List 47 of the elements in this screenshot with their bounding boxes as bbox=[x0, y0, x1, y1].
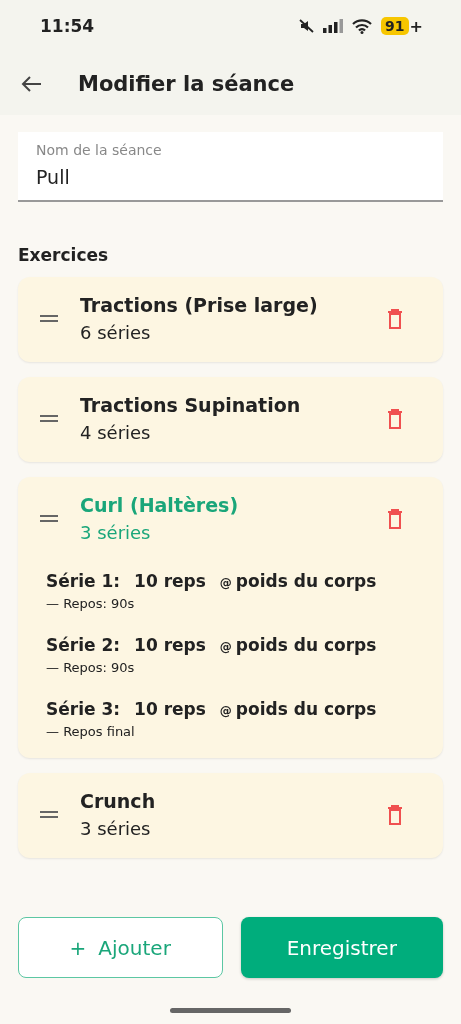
weight-text: poids du corps bbox=[235, 699, 377, 719]
trash-icon[interactable] bbox=[387, 408, 403, 429]
exercise-card[interactable]: Tractions (Prise large) 6 séries bbox=[18, 277, 443, 362]
set-label: Série 3: bbox=[46, 699, 121, 719]
drag-handle-icon[interactable] bbox=[40, 810, 58, 819]
rest-time: — Repos final bbox=[46, 724, 136, 739]
trash-icon[interactable] bbox=[387, 804, 403, 825]
field-value: Pull bbox=[36, 166, 71, 188]
drag-handle-icon[interactable] bbox=[40, 514, 58, 523]
weight-text: poids du corps bbox=[235, 571, 377, 591]
drag-handle-icon[interactable] bbox=[40, 414, 58, 423]
exercise-name: Tractions (Prise large) bbox=[80, 294, 319, 316]
exercise-name: Crunch bbox=[80, 790, 157, 812]
exercise-name: Curl (Haltères) bbox=[80, 494, 240, 516]
set-count: 6 séries bbox=[80, 322, 152, 343]
set-label: Série 1: bbox=[46, 571, 121, 591]
back-arrow-icon[interactable] bbox=[20, 74, 42, 93]
signal-icon bbox=[323, 19, 344, 33]
exercise-card[interactable]: Tractions Supination 4 séries bbox=[18, 377, 443, 462]
at-sign: @ bbox=[219, 576, 232, 590]
set-count: 3 séries bbox=[80, 522, 152, 543]
mute-icon bbox=[299, 19, 315, 33]
field-label: Nom de la séance bbox=[36, 142, 163, 158]
exercise-card[interactable]: Curl (Haltères) 3 séries Série 1: 10 reps @ poids du corps — Repos: 90s Série 2: 10 reps @ poids du corps — Repos: 90s Série 3: 10 reps @ poids du corps — Repos final bbox=[18, 477, 443, 758]
rep-count: 10 reps bbox=[134, 699, 206, 719]
set-count: 4 séries bbox=[80, 422, 152, 443]
drag-handle-icon[interactable] bbox=[40, 314, 58, 323]
set-count: 3 séries bbox=[80, 818, 152, 839]
session-name-field[interactable]: Nom de la séance Pull bbox=[18, 132, 443, 202]
rep-count: 10 reps bbox=[134, 635, 206, 655]
wifi-icon bbox=[352, 18, 373, 34]
battery-level: 91 bbox=[381, 17, 409, 35]
exercise-card[interactable]: Crunch 3 séries bbox=[18, 773, 443, 858]
screen-title: Modifier la séance bbox=[78, 71, 295, 96]
charging-indicator: + bbox=[409, 16, 423, 36]
clock: 11:54 bbox=[40, 16, 96, 36]
at-sign: @ bbox=[219, 704, 232, 718]
trash-icon[interactable] bbox=[387, 508, 403, 529]
rest-time: — Repos: 90s bbox=[46, 596, 136, 611]
weight-text: poids du corps bbox=[235, 635, 377, 655]
trash-icon[interactable] bbox=[387, 308, 403, 329]
set-label: Série 2: bbox=[46, 635, 121, 655]
exercise-name: Tractions Supination bbox=[80, 394, 302, 416]
at-sign: @ bbox=[219, 640, 232, 654]
section-title: Exercices bbox=[18, 245, 110, 265]
rep-count: 10 reps bbox=[134, 571, 206, 591]
rest-time: — Repos: 90s bbox=[46, 660, 136, 675]
